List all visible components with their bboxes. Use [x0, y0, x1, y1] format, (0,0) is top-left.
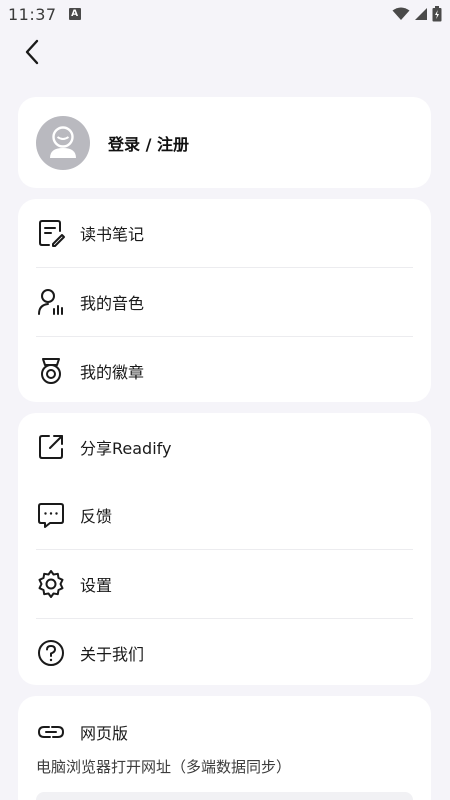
- chevron-left-icon: [25, 39, 39, 65]
- note-icon: [36, 218, 66, 248]
- status-time: 11:37: [8, 4, 57, 24]
- menu-item-label: 我的徽章: [80, 363, 145, 382]
- web-url-field[interactable]: [36, 792, 413, 800]
- profile-menu-card: 读书笔记 我的音色 我的徽章: [18, 199, 431, 402]
- menu-item-label: 我的音色: [80, 294, 145, 313]
- user-avatar-icon: [50, 125, 76, 158]
- web-version-label: 网页版: [80, 724, 129, 743]
- web-version-description: 电脑浏览器打开网址（多端数据同步）: [36, 758, 292, 776]
- status-bar: 11:37 A: [0, 0, 450, 28]
- login-register-label[interactable]: 登录 / 注册: [108, 131, 189, 155]
- badge-icon: [36, 356, 66, 386]
- menu-item-about-us[interactable]: 关于我们: [18, 619, 431, 687]
- menu-item-label: 分享Readify: [80, 439, 172, 458]
- menu-item-label: 反馈: [80, 507, 113, 526]
- notification-icon: A: [68, 8, 81, 20]
- menu-item-label: 读书笔记: [80, 225, 145, 244]
- settings-menu-card: 分享Readify 反馈 设置 关于我们: [18, 413, 431, 685]
- back-button[interactable]: [18, 38, 46, 66]
- menu-item-share[interactable]: 分享Readify: [18, 413, 431, 481]
- web-version-card[interactable]: 网页版 电脑浏览器打开网址（多端数据同步）: [18, 696, 431, 800]
- share-icon: [36, 432, 66, 462]
- menu-item-settings[interactable]: 设置: [18, 550, 431, 618]
- gear-icon: [36, 569, 66, 599]
- voice-icon: [36, 287, 66, 317]
- feedback-icon: [36, 500, 66, 530]
- login-card[interactable]: 登录 / 注册: [18, 97, 431, 188]
- menu-item-label: 设置: [80, 576, 113, 595]
- menu-item-reading-notes[interactable]: 读书笔记: [18, 199, 431, 267]
- help-icon: [36, 638, 66, 668]
- menu-item-label: 关于我们: [80, 645, 145, 664]
- link-icon: [36, 717, 66, 747]
- battery-icon: [432, 6, 442, 22]
- signal-icon: [415, 8, 427, 20]
- avatar[interactable]: [36, 115, 90, 170]
- wifi-icon: [392, 7, 410, 20]
- menu-item-feedback[interactable]: 反馈: [18, 481, 431, 549]
- menu-item-my-badges[interactable]: 我的徽章: [18, 337, 431, 405]
- menu-item-my-voice[interactable]: 我的音色: [18, 268, 431, 336]
